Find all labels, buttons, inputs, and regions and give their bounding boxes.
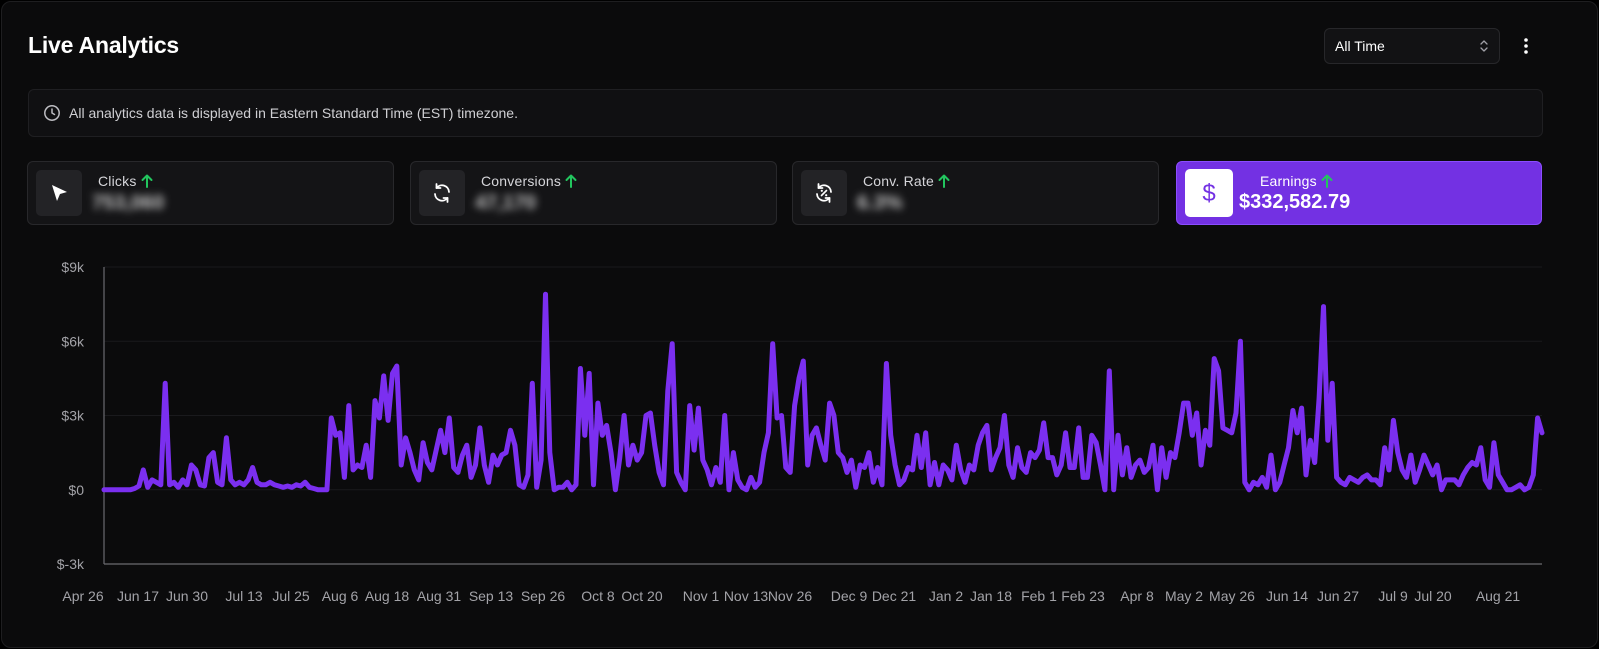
cursor-icon: [36, 170, 82, 216]
stat-card-clicks[interactable]: Clicks 753,060: [27, 161, 394, 225]
arrow-up-icon: [141, 174, 153, 188]
more-options-icon[interactable]: [1514, 34, 1538, 58]
x-tick-label: Jun 27: [1317, 588, 1359, 604]
x-tick-label: Jun 14: [1266, 588, 1308, 604]
x-tick-label: May 2: [1165, 588, 1203, 604]
x-tick-label: May 26: [1209, 588, 1255, 604]
y-tick-label: $3k: [61, 408, 85, 424]
x-tick-label: Feb 23: [1061, 588, 1105, 604]
stat-label: Earnings: [1260, 173, 1317, 189]
x-tick-label: Aug 21: [1476, 588, 1521, 604]
arrow-up-icon: [565, 174, 577, 188]
live-analytics-panel: Live Analytics All Time All analytics da…: [1, 1, 1598, 648]
x-tick-label: Jul 9: [1378, 588, 1408, 604]
x-tick-label: Oct 8: [581, 588, 615, 604]
stat-value: 753,060: [92, 192, 165, 214]
x-tick-label: Jul 20: [1414, 588, 1452, 604]
x-tick-label: Aug 31: [417, 588, 462, 604]
x-tick-label: Dec 9: [831, 588, 868, 604]
stat-value: 6.3%: [857, 192, 903, 214]
x-tick-label: Jan 2: [929, 588, 963, 604]
x-tick-label: Feb 1: [1021, 588, 1057, 604]
clock-icon: [43, 104, 61, 122]
svg-text:$: $: [1202, 180, 1215, 207]
x-tick-label: Apr 8: [1120, 588, 1154, 604]
y-tick-label: $-3k: [57, 556, 85, 572]
x-tick-label: Oct 20: [621, 588, 662, 604]
earnings-series-line: [101, 291, 1545, 493]
stat-label: Conv. Rate: [863, 173, 934, 189]
earnings-line-chart: $9k $6k $3k $0 $-3k Apr 26 Jun 17 Jun 30 Jul 13 J…: [57, 259, 1545, 604]
x-tick-label: Jan 18: [970, 588, 1012, 604]
percent-cycle-icon: [801, 170, 847, 216]
dollar-icon: $: [1185, 169, 1233, 217]
arrow-up-icon: [1321, 174, 1333, 188]
stat-card-earnings[interactable]: $ Earnings $332,582.79: [1176, 161, 1542, 225]
y-tick-label: $9k: [61, 259, 85, 275]
stat-label: Conversions: [481, 173, 562, 189]
timezone-banner-text: All analytics data is displayed in Easte…: [69, 105, 518, 121]
stat-label: Clicks: [98, 173, 137, 189]
x-tick-label: Jul 13: [225, 588, 263, 604]
time-range-select[interactable]: All Time: [1324, 28, 1500, 64]
stat-card-conversions[interactable]: Conversions 47,170: [410, 161, 777, 225]
arrow-up-icon: [938, 174, 950, 188]
x-tick-label: Nov 13: [724, 588, 769, 604]
timezone-banner: All analytics data is displayed in Easte…: [28, 89, 1543, 137]
stat-value: $332,582.79: [1239, 191, 1351, 213]
x-tick-label: Nov 26: [768, 588, 813, 604]
x-tick-label: Sep 13: [469, 588, 514, 604]
x-tick-label: Aug 18: [365, 588, 410, 604]
y-tick-label: $0: [68, 482, 84, 498]
x-tick-label: Apr 26: [62, 588, 103, 604]
stat-card-conv-rate[interactable]: Conv. Rate 6.3%: [792, 161, 1159, 225]
stat-value: 47,170: [475, 192, 537, 214]
chevron-up-down-icon: [1479, 39, 1489, 53]
refresh-icon: [419, 170, 465, 216]
x-tick-label: Dec 21: [872, 588, 917, 604]
page-title: Live Analytics: [28, 32, 180, 58]
time-range-value: All Time: [1335, 38, 1385, 54]
x-tick-label: Nov 1: [683, 588, 720, 604]
x-tick-label: Aug 6: [322, 588, 359, 604]
x-tick-label: Jul 25: [272, 588, 310, 604]
y-tick-label: $6k: [61, 333, 85, 349]
x-tick-label: Sep 26: [521, 588, 566, 604]
x-tick-label: Jun 17: [117, 588, 159, 604]
x-tick-label: Jun 30: [166, 588, 208, 604]
